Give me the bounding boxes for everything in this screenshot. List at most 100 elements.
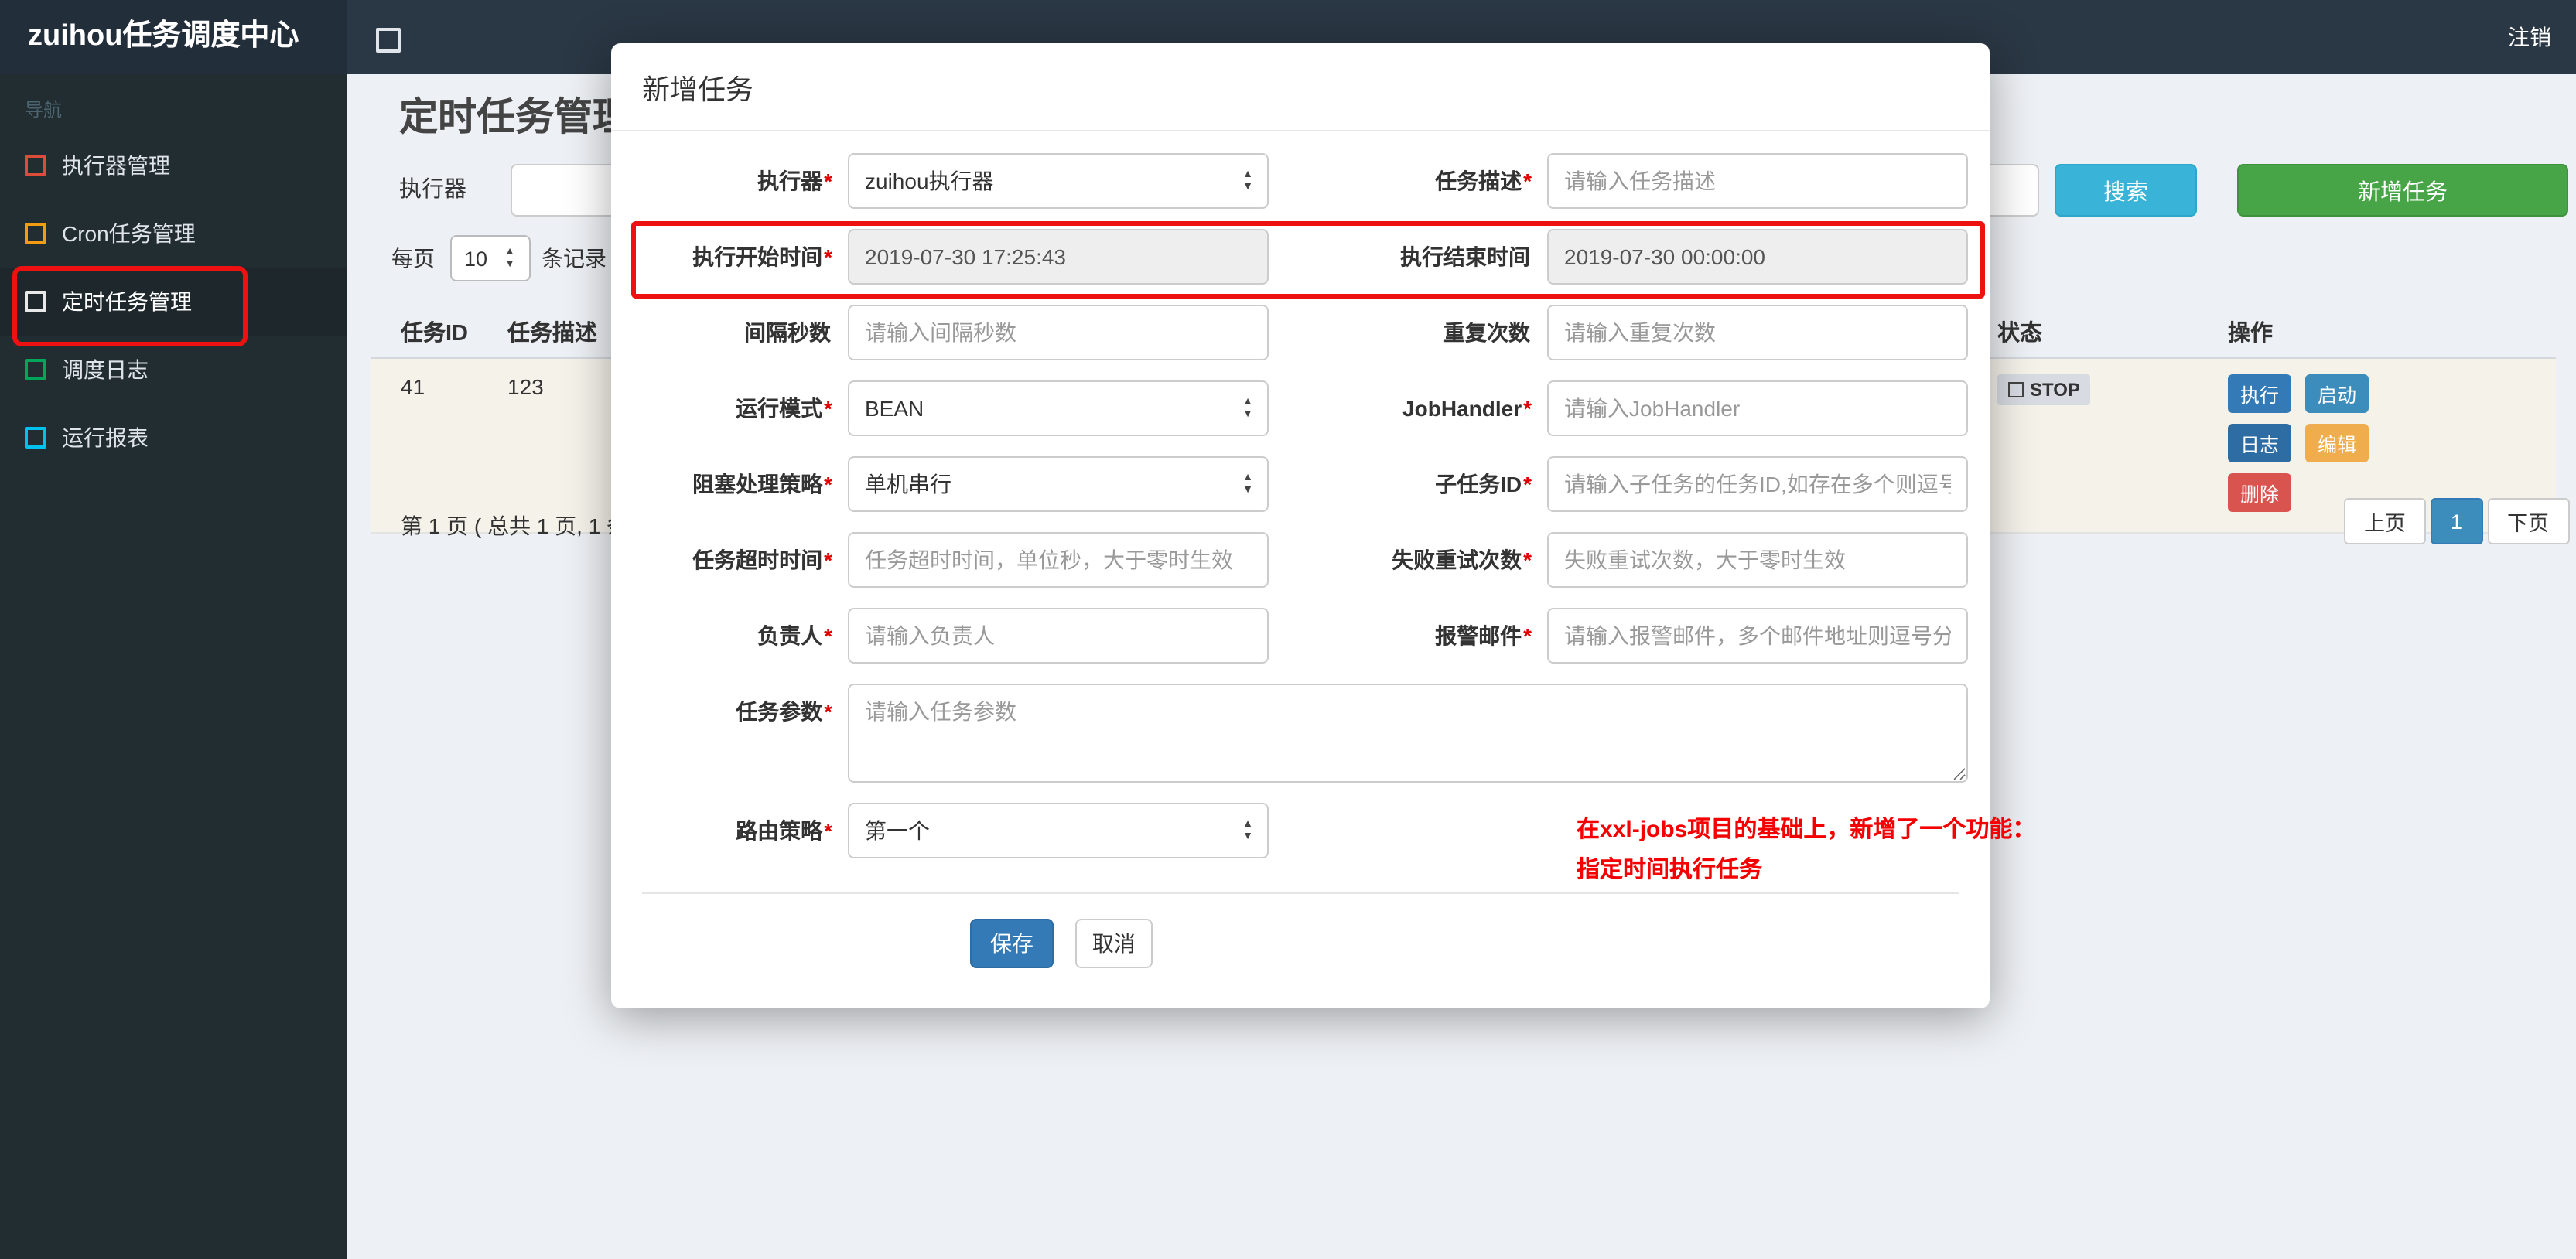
alarm-email-input[interactable]	[1547, 608, 1968, 664]
select-arrows-icon	[504, 247, 515, 270]
page-size-value: 10	[464, 247, 488, 270]
end-time-input[interactable]	[1547, 229, 1968, 285]
modal-title: 新增任务	[611, 43, 1990, 131]
owner-input[interactable]	[848, 608, 1269, 664]
alarm-email-label: 报警邮件 *	[1435, 623, 1532, 648]
prev-page-button[interactable]: 上页	[2344, 498, 2426, 544]
status-badge: STOP	[1997, 374, 2091, 405]
sidebar-item-label: 定时任务管理	[62, 289, 192, 314]
cancel-button[interactable]: 取消	[1074, 919, 1153, 968]
interval-seconds-input[interactable]	[848, 305, 1269, 360]
page-title: 定时任务管理	[399, 96, 632, 139]
log-button[interactable]: 日志	[2228, 424, 2292, 462]
sidebar-item-label: Cron任务管理	[62, 221, 196, 246]
sidebar-item-label: 执行器管理	[62, 153, 170, 178]
repeat-count-label: 重复次数	[1443, 320, 1530, 345]
sidebar-menu: 执行器管理 Cron任务管理 定时任务管理 调度日志 运行报表	[0, 131, 347, 472]
jobhandler-label: JobHandler *	[1402, 396, 1532, 421]
delete-button[interactable]: 删除	[2228, 473, 2292, 512]
square-outline-icon	[25, 155, 46, 176]
jobhandler-input[interactable]	[1547, 380, 1968, 436]
header-task-id: 任务ID	[401, 321, 468, 346]
edit-button[interactable]: 编辑	[2305, 424, 2369, 462]
feature-note: 在xxl-jobs项目的基础上，新增了一个功能： 指定时间执行任务	[1577, 810, 2041, 892]
modal-footer: 保存 取消	[611, 894, 1990, 1008]
square-outline-icon	[25, 223, 46, 244]
app-viewport: zuihou任务调度中心 注销 导航 执行器管理 Cron任务管理 定时任务管理…	[0, 0, 2576, 1259]
save-button[interactable]: 保存	[970, 919, 1054, 968]
trigger-button[interactable]: 执行	[2228, 374, 2292, 413]
executor-select[interactable]: zuihou执行器	[848, 153, 1269, 209]
child-task-id-input[interactable]	[1547, 456, 1968, 512]
feature-note-line2: 指定时间执行任务	[1577, 857, 1763, 884]
status-label: STOP	[2030, 379, 2080, 401]
sidebar-item-label: 调度日志	[62, 357, 149, 382]
route-strategy-select[interactable]: 第一个	[848, 803, 1269, 858]
interval-label: 间隔秒数	[744, 320, 831, 345]
form-row-block-childid: 阻塞处理策略* 单机串行 子任务ID*	[633, 456, 1968, 512]
select-arrows-icon	[1242, 397, 1253, 420]
feature-note-line1: 在xxl-jobs项目的基础上，新增了一个功能：	[1577, 817, 2036, 843]
page-size-label: 每页	[391, 246, 435, 271]
records-label: 条记录	[542, 246, 606, 271]
job-desc-input[interactable]	[1547, 153, 1968, 209]
executor-label: 执行器 *	[757, 169, 832, 193]
end-time-label: 执行结束时间	[1400, 244, 1530, 269]
header-status: 状态	[1997, 321, 2042, 346]
add-task-modal: 新增任务 执行器* zuihou执行器 任务描述* 执行开始时间* 执行结束时间…	[611, 43, 2035, 1008]
app-brand[interactable]: zuihou任务调度中心	[0, 0, 347, 74]
form-row-time-range: 执行开始时间* 执行结束时间	[633, 229, 1968, 285]
sidebar: 导航 执行器管理 Cron任务管理 定时任务管理 调度日志 运行报表	[0, 74, 347, 1259]
owner-label: 负责人 *	[757, 623, 832, 648]
current-page-button[interactable]: 1	[2431, 498, 2483, 544]
form-row-interval-repeat: 间隔秒数 重复次数	[633, 305, 1968, 360]
next-page-button[interactable]: 下页	[2487, 498, 2570, 544]
sidebar-item-label: 运行报表	[62, 425, 149, 450]
search-button[interactable]: 搜索	[2055, 164, 2197, 217]
job-params-label: 任务参数 *	[736, 699, 832, 724]
form-row-executor-desc: 执行器* zuihou执行器 任务描述*	[633, 153, 1968, 209]
sidebar-item-executor-management[interactable]: 执行器管理	[0, 131, 347, 200]
page-size-select[interactable]: 10	[450, 235, 531, 281]
sidebar-item-cron-task-management[interactable]: Cron任务管理	[0, 200, 347, 268]
sidebar-toggle-icon[interactable]	[376, 28, 401, 53]
select-arrows-icon	[1242, 169, 1253, 193]
sidebar-item-dispatch-log[interactable]: 调度日志	[0, 336, 347, 404]
cell-task-id: 41	[401, 374, 425, 399]
square-outline-icon	[25, 291, 46, 312]
block-strategy-select[interactable]: 单机串行	[848, 456, 1269, 512]
add-task-button[interactable]: 新增任务	[2237, 164, 2568, 217]
run-mode-select[interactable]: BEAN	[848, 380, 1269, 436]
sidebar-nav-label: 导航	[25, 99, 63, 121]
retry-count-label: 失败重试次数 *	[1392, 548, 1532, 572]
cell-status: STOP	[1997, 374, 2228, 405]
run-mode-label: 运行模式 *	[736, 396, 832, 421]
form-row-job-params: 任务参数 *	[633, 684, 1968, 783]
retry-count-input[interactable]	[1547, 532, 1968, 588]
select-arrows-icon	[1242, 473, 1253, 496]
sidebar-item-run-report[interactable]: 运行报表	[0, 404, 347, 472]
square-outline-icon	[25, 427, 46, 449]
executor-filter-label: 执行器	[399, 178, 466, 203]
select-arrows-icon	[1242, 819, 1253, 842]
start-time-input[interactable]	[848, 229, 1269, 285]
square-outline-icon	[25, 359, 46, 380]
sidebar-item-scheduled-task-management[interactable]: 定时任务管理	[0, 268, 347, 336]
start-time-label: 执行开始时间 *	[692, 244, 832, 269]
job-params-textarea[interactable]	[848, 684, 1968, 783]
pagination: 上页 1 下页	[2344, 498, 2570, 544]
start-button[interactable]: 启动	[2305, 374, 2369, 413]
form-row-timeout-retry: 任务超时时间* 失败重试次数*	[633, 532, 1968, 588]
job-desc-label: 任务描述 *	[1435, 169, 1532, 193]
timeout-input[interactable]	[848, 532, 1269, 588]
form-row-owner-email: 负责人* 报警邮件*	[633, 608, 1968, 664]
square-outline-icon	[2008, 382, 2024, 397]
repeat-count-input[interactable]	[1547, 305, 1968, 360]
logout-link[interactable]: 注销	[2508, 0, 2551, 74]
block-strategy-label: 阻塞处理策略 *	[692, 472, 832, 496]
child-task-id-label: 子任务ID *	[1435, 472, 1532, 496]
timeout-label: 任务超时时间 *	[692, 548, 832, 572]
form-row-route-strategy: 路由策略* 第一个 在xxl-jobs项目的基础上，新增了一个功能： 指定时间执…	[633, 803, 2035, 884]
header-actions: 操作	[2228, 321, 2273, 346]
form-row-runmode-handler: 运行模式* BEAN JobHandler*	[633, 380, 1968, 436]
